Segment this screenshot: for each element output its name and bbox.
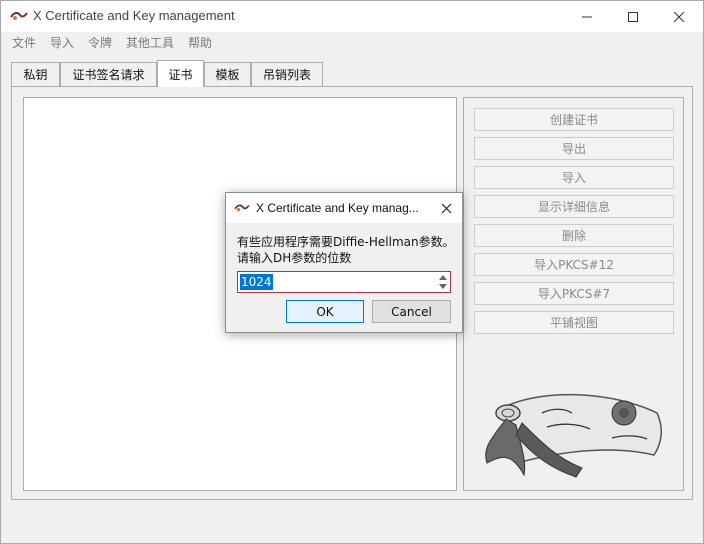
tab-certificates[interactable]: 证书 <box>157 60 204 87</box>
menu-help[interactable]: 帮助 <box>188 34 212 51</box>
cancel-button[interactable]: Cancel <box>372 300 451 323</box>
spin-down-button[interactable] <box>437 282 449 291</box>
menu-other-tools[interactable]: 其他工具 <box>126 34 174 51</box>
export-button[interactable]: 导出 <box>474 137 674 160</box>
tab-templates[interactable]: 模板 <box>204 62 251 86</box>
dialog-title: X Certificate and Key manag... <box>256 201 419 215</box>
close-button[interactable] <box>656 1 702 32</box>
show-details-button[interactable]: 显示详细信息 <box>474 195 674 218</box>
create-certificate-button[interactable]: 创建证书 <box>474 108 674 131</box>
title-bar: X Certificate and Key management <box>1 1 703 32</box>
import-pkcs12-button[interactable]: 导入PKCS#12 <box>474 253 674 276</box>
chevron-up-icon <box>439 275 447 280</box>
dialog-message-line1: 有些应用程序需要Diffie-Hellman参数。 <box>237 235 455 249</box>
spin-up-button[interactable] <box>437 273 449 282</box>
dialog-close-button[interactable] <box>436 199 456 217</box>
window-title: X Certificate and Key management <box>33 8 235 23</box>
dialog-title-bar: X Certificate and Key manag... <box>226 193 462 223</box>
tab-revocation-lists[interactable]: 吊销列表 <box>251 62 323 86</box>
close-icon <box>673 11 685 22</box>
xca-scroll-logo-icon <box>485 393 662 478</box>
import-pkcs7-button[interactable]: 导入PKCS#7 <box>474 282 674 305</box>
tab-csr[interactable]: 证书签名请求 <box>60 62 157 86</box>
import-button[interactable]: 导入 <box>474 166 674 189</box>
tab-private-keys[interactable]: 私钥 <box>11 62 60 86</box>
maximize-icon <box>628 11 638 22</box>
dh-bits-value[interactable]: 1024 <box>240 274 273 290</box>
xca-scroll-icon <box>10 11 28 20</box>
chevron-down-icon <box>439 284 447 289</box>
xca-scroll-icon <box>234 204 250 212</box>
minimize-icon <box>582 16 592 17</box>
flat-view-button[interactable]: 平铺视图 <box>474 311 674 334</box>
dh-bits-spinbox[interactable]: 1024 <box>237 271 451 293</box>
delete-button[interactable]: 删除 <box>474 224 674 247</box>
dialog-message: 有些应用程序需要Diffie-Hellman参数。 请输入DH参数的位数 <box>237 234 455 266</box>
minimize-button[interactable] <box>564 1 610 32</box>
ok-button[interactable]: OK <box>286 300 364 323</box>
dialog-message-line2: 请输入DH参数的位数 <box>237 251 352 265</box>
menu-bar: 文件 导入 令牌 其他工具 帮助 <box>1 32 703 52</box>
main-window: X Certificate and Key management 文件 导入 令… <box>0 0 704 544</box>
action-panel: 创建证书 导出 导入 显示详细信息 删除 导入PKCS#12 导入PKCS#7 … <box>463 97 684 491</box>
menu-file[interactable]: 文件 <box>12 34 36 51</box>
menu-token[interactable]: 令牌 <box>88 34 112 51</box>
close-icon <box>441 203 451 213</box>
maximize-button[interactable] <box>610 1 656 32</box>
dh-parameters-dialog: X Certificate and Key manag... 有些应用程序需要D… <box>225 192 463 333</box>
menu-import[interactable]: 导入 <box>50 34 74 51</box>
